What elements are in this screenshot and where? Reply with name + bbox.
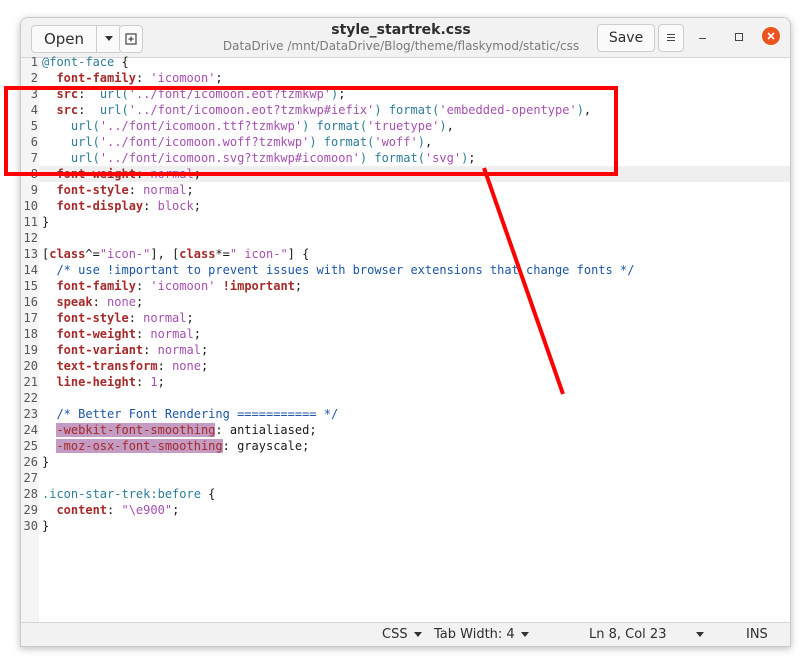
annotation-arrow-line [482,167,565,395]
